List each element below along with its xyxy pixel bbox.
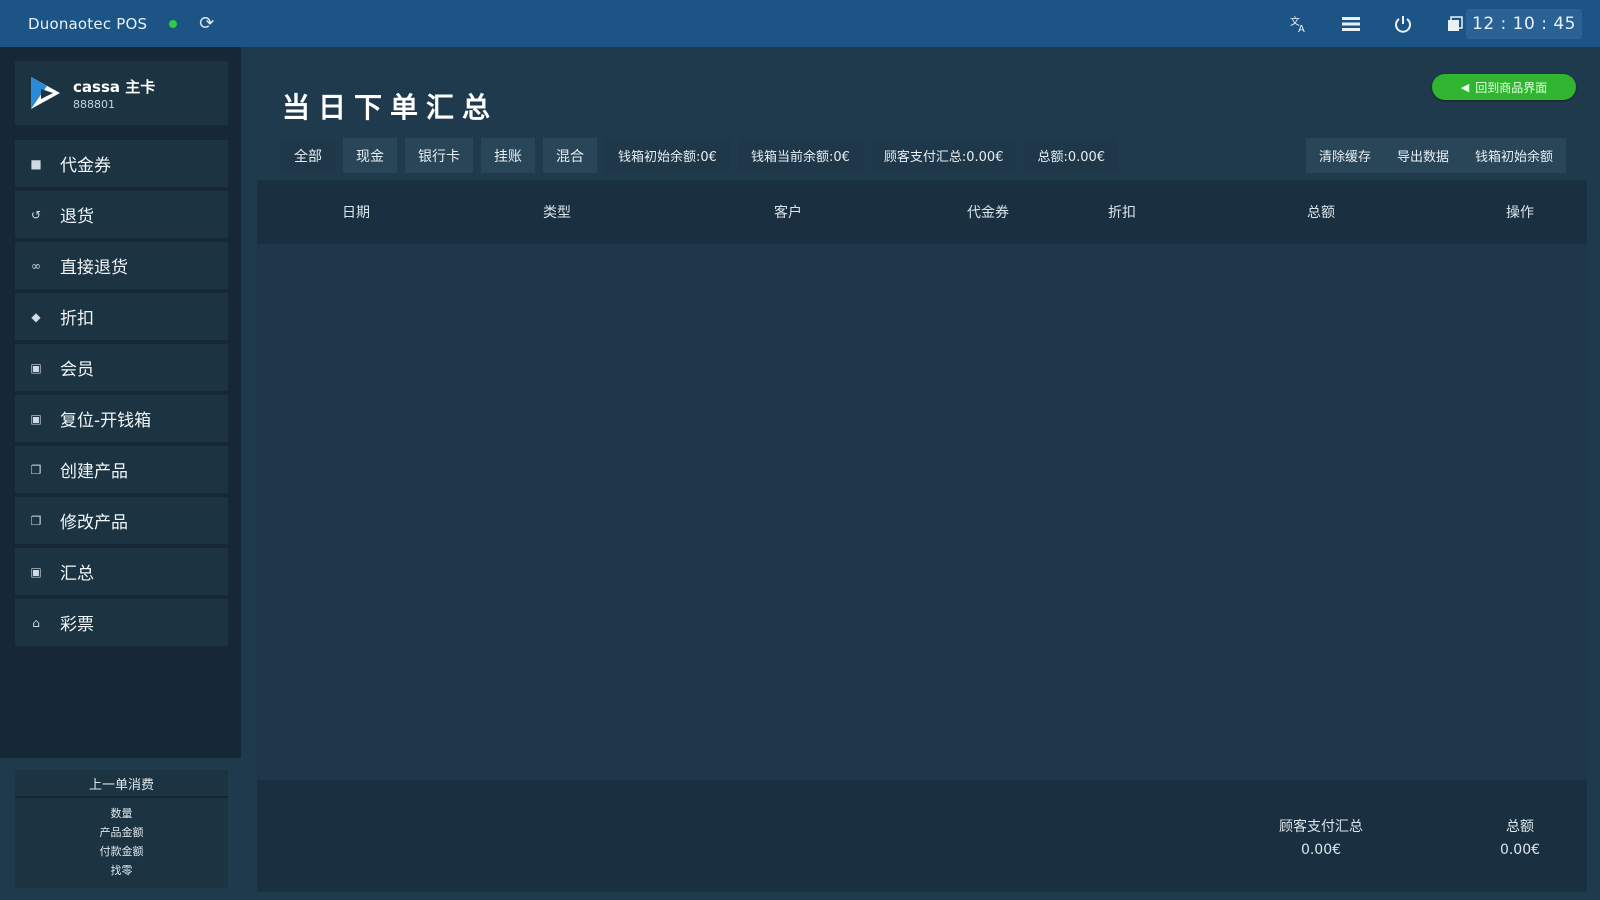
export-data-button[interactable]: 导出数据: [1384, 138, 1462, 173]
sidebar-item-label: 汇总: [60, 564, 94, 584]
sidebar-item-label: 复位-开钱箱: [60, 411, 152, 431]
sidebar-menu: ■ 代金券 ↺ 退货 ∞ 直接退货 ◆ 折扣 ▣ 会员 ▣ 复位-开钱箱 ❐ 创…: [15, 140, 228, 650]
sidebar-item-discount[interactable]: ◆ 折扣: [15, 293, 228, 340]
lock-icon: ▣: [30, 564, 42, 579]
refresh-icon[interactable]: ⟳: [199, 13, 214, 34]
last-order-paid-amount: 付款金额: [99, 845, 144, 858]
filter-credit[interactable]: 挂账: [481, 138, 535, 173]
sidebar-item-label: 代金券: [60, 156, 111, 176]
sidebar-item-label: 折扣: [60, 309, 94, 329]
back-to-products-button[interactable]: ◀ 回到商品界面: [1432, 74, 1576, 100]
user-card[interactable]: cassa 主卡 888801: [15, 61, 228, 125]
column-voucher[interactable]: 代金券: [967, 202, 1009, 222]
sidebar-item-lottery[interactable]: ⌂ 彩票: [15, 599, 228, 646]
power-icon[interactable]: [1392, 13, 1414, 35]
sidebar-item-label: 会员: [60, 360, 94, 380]
sidebar-item-label: 修改产品: [60, 513, 128, 533]
home-icon: ⌂: [32, 615, 40, 630]
grand-total: 总额:0.00€: [1024, 138, 1119, 173]
sidebar-item-member[interactable]: ▣ 会员: [15, 344, 228, 391]
filter-cash[interactable]: 现金: [343, 138, 397, 173]
lock-icon: ▣: [30, 360, 42, 375]
table-header: 日期 类型 客户 代金券 折扣 总额 操作: [257, 180, 1587, 244]
footer-total-label: 总额: [1506, 819, 1534, 835]
user-id: 888801: [73, 97, 115, 111]
sidebar-item-edit-product[interactable]: ❐ 修改产品: [15, 497, 228, 544]
column-discount[interactable]: 折扣: [1108, 202, 1136, 222]
page-title: 当日下单汇总: [282, 91, 499, 124]
column-actions[interactable]: 操作: [1506, 202, 1534, 222]
copy-icon: ❐: [30, 462, 42, 477]
sidebar-item-summary[interactable]: ▣ 汇总: [15, 548, 228, 595]
svg-text:A: A: [1298, 24, 1305, 34]
column-total[interactable]: 总额: [1307, 202, 1335, 222]
filter-bar: 全部 现金 银行卡 挂账 混合 钱箱初始余额:0€ 钱箱当前余额:0€ 顾客支付…: [281, 138, 1119, 173]
last-order-quantity: 数量: [110, 807, 133, 820]
connection-status-dot: [169, 19, 178, 28]
customer-payment-total: 顾客支付汇总:0.00€: [870, 138, 1017, 173]
footer-customer-total-value: 0.00€: [1300, 842, 1342, 858]
link-icon: ∞: [31, 258, 41, 273]
column-type[interactable]: 类型: [543, 202, 571, 222]
last-order-change: 找零: [110, 864, 133, 877]
drawer-current-balance: 钱箱当前余额:0€: [737, 138, 863, 173]
clear-cache-button[interactable]: 清除缓存: [1306, 138, 1384, 173]
top-bar: Duonaotec POS ⟳ 文A 12 : 10 : 45: [0, 0, 1600, 47]
sidebar-item-label: 创建产品: [60, 462, 128, 482]
orders-table: 日期 类型 客户 代金券 折扣 总额 操作: [257, 180, 1587, 780]
top-icons: 文A: [1288, 0, 1466, 47]
footer-total: 总额 0.00€: [1500, 816, 1540, 858]
filter-all[interactable]: 全部: [281, 138, 335, 173]
table-footer: 顾客支付汇总 0.00€ 总额 0.00€: [257, 780, 1587, 892]
tag-icon: ◆: [31, 309, 41, 324]
sidebar-item-open-drawer[interactable]: ▣ 复位-开钱箱: [15, 395, 228, 442]
sidebar-item-label: 直接退货: [60, 258, 128, 278]
app-title: Duonaotec POS: [28, 14, 148, 33]
action-bar: 清除缓存 导出数据 钱箱初始余额: [1305, 138, 1566, 173]
sidebar-item-label: 彩票: [60, 615, 94, 635]
arrow-left-icon: ◀: [1460, 80, 1470, 94]
user-name: cassa 主卡: [73, 77, 156, 96]
sidebar: cassa 主卡 888801 ■ 代金券 ↺ 退货 ∞ 直接退货 ◆ 折扣 ▣…: [0, 47, 241, 758]
last-order-panel: 上一单消费 数量 产品金额 付款金额 找零: [15, 770, 228, 888]
square-icon: ■: [30, 156, 42, 171]
sidebar-item-direct-return[interactable]: ∞ 直接退货: [15, 242, 228, 289]
column-customer[interactable]: 客户: [774, 202, 802, 222]
app-logo: [31, 77, 60, 109]
back-button-label: 回到商品界面: [1475, 80, 1548, 95]
footer-customer-total: 顾客支付汇总 0.00€: [1279, 816, 1363, 858]
sidebar-item-label: 退货: [60, 207, 94, 227]
column-date[interactable]: 日期: [342, 202, 370, 222]
sidebar-item-create-product[interactable]: ❐ 创建产品: [15, 446, 228, 493]
sidebar-item-return[interactable]: ↺ 退货: [15, 191, 228, 238]
last-order-product-amount: 产品金额: [99, 826, 144, 839]
undo-icon: ↺: [30, 207, 42, 222]
filter-bank-card[interactable]: 银行卡: [405, 138, 473, 173]
copy-icon: ❐: [30, 513, 42, 528]
window-icon[interactable]: [1444, 13, 1466, 35]
menu-icon[interactable]: [1340, 13, 1362, 35]
translate-icon[interactable]: 文A: [1288, 13, 1310, 35]
sidebar-item-voucher[interactable]: ■ 代金券: [15, 140, 228, 187]
filter-mixed[interactable]: 混合: [543, 138, 597, 173]
clock: 12 : 10 : 45: [1466, 9, 1582, 39]
drawer-initial-balance: 钱箱初始余额:0€: [605, 138, 730, 173]
square-icon: ▣: [30, 411, 42, 426]
footer-customer-total-label: 顾客支付汇总: [1279, 819, 1363, 835]
last-order-title: 上一单消费: [15, 770, 228, 798]
footer-total-value: 0.00€: [1499, 842, 1541, 858]
drawer-initial-balance-button[interactable]: 钱箱初始余额: [1462, 138, 1566, 173]
